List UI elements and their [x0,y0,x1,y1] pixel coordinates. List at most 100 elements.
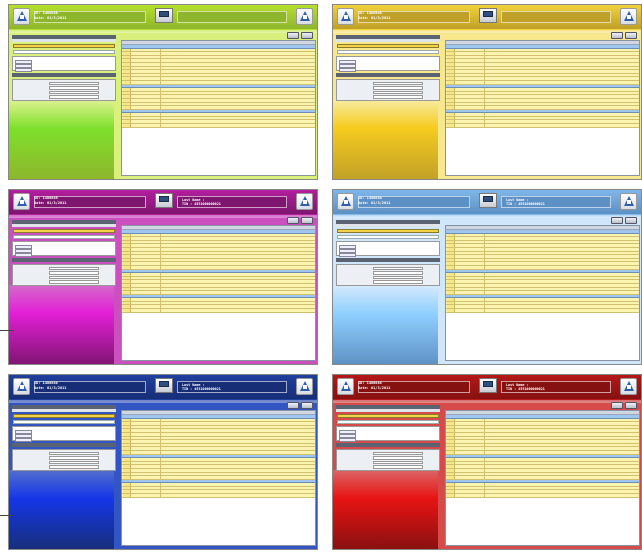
form-input[interactable] [373,266,423,271]
row-checkbox[interactable] [447,440,455,443]
table-row[interactable] [122,494,315,498]
row-checkbox[interactable] [447,458,455,461]
row-checkbox[interactable] [123,116,131,120]
form-input[interactable] [49,81,99,86]
table-row[interactable] [122,106,315,110]
toolbar-button[interactable] [625,402,637,409]
form-input[interactable] [49,90,99,95]
form-input[interactable] [49,456,99,460]
form-input[interactable] [373,86,423,90]
row-checkbox[interactable] [123,309,131,312]
row-checkbox[interactable] [447,80,455,84]
triangle-logo-icon[interactable] [620,8,637,25]
row-checkbox[interactable] [123,494,131,497]
form-input[interactable] [49,451,99,456]
row-checkbox[interactable] [447,265,455,269]
table-row[interactable] [446,106,639,110]
row-checkbox[interactable] [123,70,131,73]
row-checkbox[interactable] [447,447,455,450]
row-checkbox[interactable] [447,309,455,312]
row-checkbox[interactable] [447,461,455,465]
form-input[interactable] [49,266,99,271]
row-checkbox[interactable] [447,124,455,127]
row-checkbox[interactable] [123,287,131,291]
notes-button[interactable] [15,64,32,68]
row-checkbox[interactable] [123,443,131,447]
toolbar-button[interactable] [287,32,299,39]
table-row[interactable] [446,450,639,455]
row-checkbox[interactable] [447,258,455,262]
form-input[interactable] [49,271,99,275]
row-checkbox[interactable] [447,116,455,120]
toolbar-button[interactable] [287,217,299,224]
row-checkbox[interactable] [447,240,455,244]
row-checkbox[interactable] [123,66,131,70]
toolbar-button[interactable] [301,217,313,224]
row-checkbox[interactable] [447,102,455,106]
row-checkbox[interactable] [123,276,131,280]
notes-button[interactable] [339,253,356,257]
row-checkbox[interactable] [447,70,455,73]
row-checkbox[interactable] [123,258,131,262]
row-checkbox[interactable] [447,443,455,447]
row-checkbox[interactable] [123,432,131,436]
toolbar-button[interactable] [301,32,313,39]
row-checkbox[interactable] [447,98,455,102]
triangle-logo-icon[interactable] [13,193,30,210]
select-field[interactable] [13,414,115,418]
row-checkbox[interactable] [123,283,131,287]
row-checkbox[interactable] [123,483,131,486]
notes-button[interactable] [339,245,356,249]
row-checkbox[interactable] [447,486,455,490]
notes-button[interactable] [339,438,356,442]
notes-button[interactable] [15,253,32,257]
notes-button[interactable] [15,438,32,442]
row-checkbox[interactable] [447,77,455,80]
form-input[interactable] [49,275,99,280]
notes-button[interactable] [339,64,356,68]
row-checkbox[interactable] [123,265,131,269]
row-checkbox[interactable] [123,262,131,265]
table-row[interactable] [122,309,315,313]
row-checkbox[interactable] [123,450,131,454]
notes-button[interactable] [15,245,32,249]
row-checkbox[interactable] [447,465,455,468]
row-checkbox[interactable] [123,251,131,255]
row-checkbox[interactable] [447,244,455,247]
row-checkbox[interactable] [447,298,455,301]
row-checkbox[interactable] [123,305,131,309]
row-checkbox[interactable] [447,62,455,66]
form-input[interactable] [373,90,423,95]
table-row[interactable] [446,309,639,313]
select-field[interactable] [337,44,439,48]
row-checkbox[interactable] [123,52,131,55]
form-input[interactable] [373,271,423,275]
table-row[interactable] [446,291,639,295]
row-checkbox[interactable] [447,91,455,95]
row-checkbox[interactable] [123,106,131,109]
table-row[interactable] [446,265,639,270]
row-checkbox[interactable] [123,247,131,251]
notes-button[interactable] [15,430,32,434]
text-field[interactable] [13,50,115,54]
form-input[interactable] [373,95,423,99]
scanner-icon[interactable] [155,193,173,208]
row-checkbox[interactable] [123,120,131,124]
toolbar-button[interactable] [301,402,313,409]
toolbar-button[interactable] [611,217,623,224]
notes-button[interactable] [15,68,32,72]
row-checkbox[interactable] [123,55,131,59]
notes-button[interactable] [339,434,356,438]
row-checkbox[interactable] [123,124,131,127]
row-checkbox[interactable] [123,436,131,440]
row-checkbox[interactable] [447,262,455,265]
row-checkbox[interactable] [123,240,131,244]
row-checkbox[interactable] [123,486,131,490]
scanner-icon[interactable] [479,193,497,208]
table-row[interactable] [122,291,315,295]
row-checkbox[interactable] [447,422,455,425]
row-checkbox[interactable] [447,251,455,255]
notes-button[interactable] [339,60,356,64]
row-checkbox[interactable] [123,91,131,95]
notes-button[interactable] [339,68,356,72]
